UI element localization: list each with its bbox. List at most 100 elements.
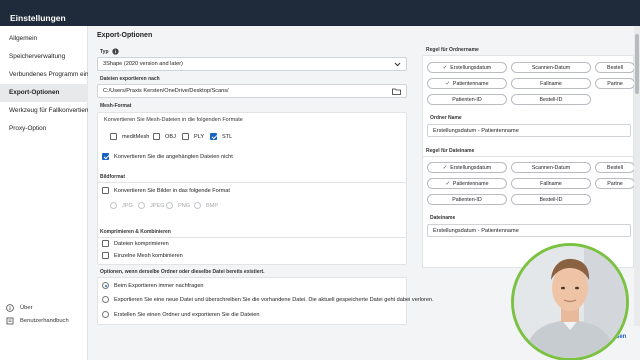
sidebar-item-general[interactable]: Allgemein <box>0 30 88 48</box>
meditmesh-checkbox[interactable] <box>110 133 117 140</box>
sidebar-item-case-converter[interactable]: Werkzeug für Fallkonvertierung <box>0 102 88 120</box>
ply-label: PLY <box>194 133 205 140</box>
section-title: Export-Optionen <box>97 32 153 39</box>
file-chip-order-label: Bestell <box>607 165 623 171</box>
folder-chip-patient-name[interactable]: ✓ Patientenname <box>427 78 507 89</box>
main-scrollbar[interactable] <box>634 26 640 326</box>
ask-radio[interactable] <box>102 282 109 289</box>
conflict-option-overwrite[interactable]: Exportieren Sie eine neue Datei und über… <box>102 296 434 303</box>
folder-chip-created-label: Erstellungsdatum <box>450 65 492 71</box>
type-value: 3Shape (2020 version and later) <box>103 61 183 67</box>
combine-mesh-checkbox[interactable] <box>102 252 109 259</box>
ply-checkbox[interactable] <box>182 133 189 140</box>
file-chip-scan-date-label: Scannen-Datum <box>531 165 571 171</box>
mesh-option-obj[interactable]: OBJ <box>153 133 176 140</box>
folder-name-label: Ordner Name <box>430 115 462 121</box>
folder-chip-order-id[interactable]: Bestell-ID <box>511 94 591 105</box>
compress-files-option[interactable]: Dateien komprimieren <box>102 240 169 247</box>
overwrite-radio[interactable] <box>102 296 109 303</box>
jpg-label: JPG <box>122 202 133 209</box>
folder-chip-order[interactable]: Bestell <box>595 62 635 73</box>
file-name-value: Erstellungsdatum - Patientenname <box>433 228 519 234</box>
user-manual-link[interactable]: Benutzerhandbuch <box>6 317 69 325</box>
folder-chip-scan-date[interactable]: Scannen-Datum <box>511 62 591 73</box>
png-radio <box>166 202 173 209</box>
sidebar-item-proxy[interactable]: Proxy-Option <box>0 120 88 138</box>
file-chip-order-id[interactable]: Bestell-ID <box>511 194 591 205</box>
obj-label: OBJ <box>165 133 176 140</box>
image-format-png: PNG <box>166 202 190 209</box>
folder-chip-patient-name-label: Patientenname <box>452 81 489 87</box>
type-select[interactable]: 3Shape (2020 version and later) <box>97 57 407 71</box>
file-chip-patient-name[interactable]: ✓ Patientenname <box>427 178 507 189</box>
conflict-option-ask[interactable]: Beim Exportieren immer nachfragen <box>102 282 204 289</box>
file-chip-partner-label: Partne <box>607 181 623 187</box>
book-icon <box>6 317 14 325</box>
check-icon: ✓ <box>442 165 448 171</box>
folder-chip-partner[interactable]: Partne <box>595 78 635 89</box>
compress-files-checkbox[interactable] <box>102 240 109 247</box>
folder-icon[interactable] <box>392 88 401 95</box>
type-label-row: Typ <box>100 48 119 55</box>
mesh-format-card <box>97 112 407 192</box>
new-folder-radio[interactable] <box>102 311 109 318</box>
conflict-option-new-folder[interactable]: Erstellen Sie einen Ordner und exportier… <box>102 311 260 318</box>
about-link[interactable]: Über <box>6 304 33 312</box>
file-chip-patient-id[interactable]: Patienten-ID <box>427 194 507 205</box>
webcam-overlay <box>511 243 629 360</box>
folder-name-field[interactable]: Erstellungsdatum - Patientenname <box>427 124 631 137</box>
export-path-label: Dateien exportieren nach <box>100 76 160 82</box>
bmp-label: BMP <box>206 202 219 209</box>
meditmesh-label: meditMesh <box>122 133 150 140</box>
jpeg-label: JPEG <box>150 202 165 209</box>
user-manual-label: Benutzerhandbuch <box>20 318 69 324</box>
image-convert-label: Konvertieren Sie Bilder in das folgende … <box>114 187 230 194</box>
ask-label: Beim Exportieren immer nachfragen <box>114 282 204 289</box>
folder-chip-created[interactable]: ✓ Erstellungsdatum <box>427 62 507 73</box>
check-icon: ✓ <box>445 81 450 87</box>
file-rule-label: Regel für Dateiname <box>426 148 475 154</box>
bmp-radio <box>194 202 201 209</box>
folder-chip-order-id-label: Bestell-ID <box>539 97 563 103</box>
file-chip-patient-name-label: Patientenname <box>452 181 489 187</box>
file-name-field[interactable]: Erstellungsdatum - Patientenname <box>427 224 631 237</box>
combine-mesh-label: Einzelne Mesh kombinieren <box>114 252 183 259</box>
folder-chip-partner-label: Partne <box>607 81 623 87</box>
file-chip-created[interactable]: ✓ Erstellungsdatum <box>427 162 507 173</box>
info-circle-icon <box>6 304 14 312</box>
file-chip-order-id-label: Bestell-ID <box>539 197 563 203</box>
mesh-option-ply[interactable]: PLY <box>182 133 204 140</box>
jpeg-radio <box>138 202 145 209</box>
combine-mesh-option[interactable]: Einzelne Mesh kombinieren <box>102 252 183 259</box>
file-chip-order[interactable]: Bestell <box>595 162 635 173</box>
export-path-value: C:/Users/Praxis Kersten/OneDrive/Desktop… <box>103 88 229 94</box>
file-chip-case-name-label: Fallname <box>540 181 562 187</box>
scrollbar-thumb[interactable] <box>635 34 639 94</box>
attached-checkbox[interactable] <box>102 153 109 160</box>
chevron-down-icon <box>394 62 401 67</box>
mesh-option-meditmesh[interactable]: meditMesh <box>110 133 149 140</box>
mesh-attached-option[interactable]: Konvertieren Sie die angehängten Dateien… <box>102 153 233 160</box>
folder-rule-label: Regel für Ordnername <box>426 47 479 53</box>
file-chip-case-name[interactable]: Fallname <box>511 178 591 189</box>
mesh-instruction: Konvertieren Sie Mesh-Dateien in die fol… <box>104 117 243 123</box>
image-convert-option[interactable]: Konvertieren Sie Bilder in das folgende … <box>102 187 230 194</box>
stl-checkbox[interactable] <box>210 133 217 140</box>
image-convert-checkbox[interactable] <box>102 187 109 194</box>
mesh-option-stl[interactable]: STL <box>210 133 232 140</box>
attached-label: Konvertieren Sie die angehängten Dateien… <box>114 153 233 160</box>
file-chip-scan-date[interactable]: Scannen-Datum <box>511 162 591 173</box>
folder-chip-case-name[interactable]: Fallname <box>511 78 591 89</box>
folder-chip-patient-id[interactable]: Patienten-ID <box>427 94 507 105</box>
sidebar-item-linked-program[interactable]: Verbundenes Programm eins <box>0 66 88 84</box>
file-chip-partner[interactable]: Partne <box>595 178 635 189</box>
presenter-video <box>514 246 626 358</box>
folder-chip-order-label: Bestell <box>607 65 623 71</box>
sidebar: Allgemein Speicherverwaltung Verbundenes… <box>0 26 88 360</box>
sidebar-item-export-options[interactable]: Export-Optionen <box>0 84 88 102</box>
sidebar-item-storage[interactable]: Speicherverwaltung <box>0 48 88 66</box>
export-path-field[interactable]: C:/Users/Praxis Kersten/OneDrive/Desktop… <box>97 84 407 98</box>
obj-checkbox[interactable] <box>153 133 160 140</box>
image-format-jpeg: JPEG <box>138 202 165 209</box>
info-icon[interactable] <box>111 48 119 55</box>
